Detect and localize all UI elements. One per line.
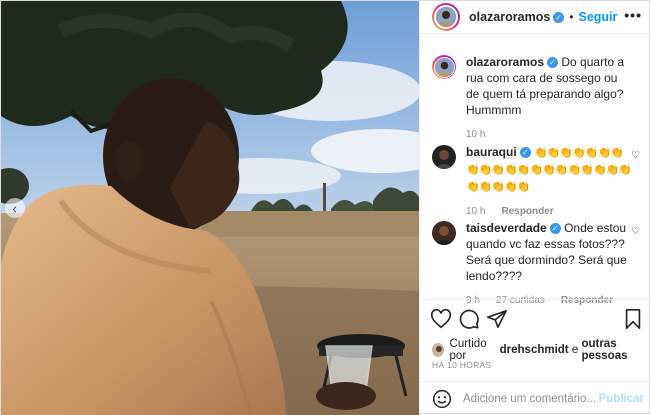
comment-author[interactable]: taisdeverdade (466, 221, 547, 235)
liker-username[interactable]: drehschmidt (500, 344, 569, 356)
comment-item: bauraqui ✓ 👏👏👏👏👏👏👏👏👏👏👏👏👏👏👏👏👏👏👏👏👏👏👏👏👏 10 h… (432, 144, 644, 220)
post-timestamp[interactable]: HÁ 10 HORAS (432, 360, 492, 370)
comment-item: taisdeverdade ✓ Onde estou quando vc faz … (432, 220, 644, 309)
comment-time: 10 h (466, 206, 486, 217)
share-icon[interactable] (486, 308, 508, 330)
publish-button[interactable]: Publicar (599, 393, 644, 405)
caption-avatar[interactable] (432, 55, 456, 79)
commenter-avatar[interactable] (432, 145, 456, 169)
likes-prefix: Curtido por (449, 338, 487, 362)
caption-time: 10 h (466, 129, 486, 140)
previous-photo-button[interactable]: ‹ (5, 198, 25, 218)
more-icon[interactable]: ••• (624, 7, 642, 23)
liker-avatar (432, 343, 444, 357)
likes-connector: e (571, 344, 579, 356)
comment-author[interactable]: bauraqui (466, 145, 517, 159)
verified-icon: ✓ (547, 57, 559, 69)
separator-dot: • (569, 10, 574, 24)
bookmark-icon[interactable] (622, 308, 644, 330)
chevron-left-icon: ‹ (12, 200, 17, 216)
comment-input[interactable] (463, 392, 603, 405)
likes-summary[interactable]: Curtido por drehschmidt e outras pessoas (432, 338, 650, 362)
verified-icon: ✓ (553, 11, 565, 23)
commenter-avatar[interactable] (432, 221, 456, 245)
likes-others[interactable]: outras pessoas (581, 338, 650, 362)
add-comment-bar: Publicar (420, 381, 650, 415)
verified-icon: ✓ (519, 147, 531, 159)
post-side-panel: olazaroramos ✓ • Seguir ••• olazaroramos… (419, 1, 650, 415)
heart-icon[interactable] (430, 308, 452, 330)
photo-image (1, 1, 419, 415)
verified-icon: ✓ (549, 223, 561, 235)
caption: olazaroramos ✓ Do quarto a rua com cara d… (432, 54, 644, 143)
follow-button[interactable]: Seguir (578, 10, 617, 24)
post-header: olazaroramos ✓ • Seguir ••• (420, 1, 650, 34)
like-comment-heart-icon[interactable]: ♡ (631, 226, 640, 237)
post-actions (420, 299, 650, 339)
emoji-icon[interactable] (432, 389, 452, 409)
post-photo[interactable]: ‹ (1, 1, 419, 415)
instagram-post: ‹ olazaroramos ✓ • Seguir ••• olazaroram… (0, 0, 650, 415)
author-avatar[interactable] (432, 3, 460, 31)
comment-icon[interactable] (458, 308, 480, 330)
caption-author[interactable]: olazaroramos (466, 55, 544, 69)
like-comment-heart-icon[interactable]: ♡ (631, 150, 640, 161)
reply-button[interactable]: Responder (501, 204, 553, 220)
author-username[interactable]: olazaroramos (469, 10, 550, 24)
